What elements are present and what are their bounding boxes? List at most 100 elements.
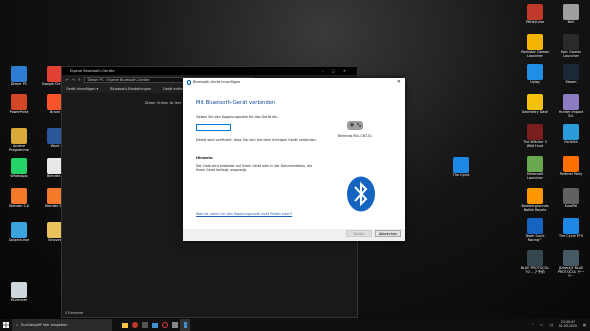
direct-y-blue-protocol-icon xyxy=(563,250,579,266)
desktop-icon-label: Epic Games Launcher xyxy=(560,50,582,58)
blender-2-8-icon xyxy=(11,188,27,204)
desktop-icon-steam[interactable]: Steam xyxy=(556,64,586,85)
desktop-icon-the-witcher-3-wild-hunt[interactable]: The Witcher 3 Wild Hunt xyxy=(520,124,550,148)
desktop-icon-fortnite[interactable]: Fortnite xyxy=(556,124,586,145)
desktop-icon-hunter-impact-ed[interactable]: Hunter Impact Ed. xyxy=(556,94,586,118)
cancel-button[interactable]: Abbrechen xyxy=(375,230,401,237)
portmei-party-icon xyxy=(563,156,579,172)
notifications-icon[interactable]: ▤ xyxy=(583,323,586,327)
empty-folder-text: Dieser Ordner ist leer. xyxy=(144,101,182,105)
game-controller-icon xyxy=(347,121,363,130)
close-icon[interactable]: ✕ xyxy=(397,78,401,87)
bluetooth-taskbar-icon[interactable] xyxy=(180,319,190,331)
taskbar-search[interactable]: ⌕ Suchbegriff hier eingeben xyxy=(12,319,112,331)
desktop-icon-whatsapp[interactable]: WhatsApp xyxy=(4,158,34,179)
tray-chevron-icon[interactable]: ⌃ xyxy=(531,323,534,327)
bombergrounds-battle-royale-icon xyxy=(527,188,543,204)
the-cycle-pts-icon xyxy=(563,218,579,234)
hint-heading: Hinweis: xyxy=(196,156,214,160)
desktop-icon-blue-protocol-to[interactable]: BLUE PROTOCOL TO ...ア予約 xyxy=(520,250,550,274)
desktop-icon-label: Uplay xyxy=(530,80,540,84)
windows-icon xyxy=(3,322,9,328)
window-controls[interactable]: –□✕ xyxy=(322,67,354,75)
media-icon[interactable] xyxy=(130,319,140,331)
desktop-icon-dolphin-exe[interactable]: Dolphin.exe xyxy=(4,222,34,243)
desktop-icon-label: Steam xyxy=(565,80,577,84)
clock-date: 01.05.2020 xyxy=(558,324,577,328)
add-bluetooth-device-dialog[interactable]: Bluetooth-Gerät hinzufügen ✕ Mit Bluetoo… xyxy=(183,78,405,241)
steam-icon xyxy=(563,64,579,80)
desktop-icon-label: The Cycle PTS xyxy=(559,234,583,238)
desktop-icon-m-lleimer[interactable]: Mülleimer xyxy=(4,282,34,303)
bluetooth-icon xyxy=(347,176,375,212)
desktop-icon-label: Bombergrounds Battle Royale xyxy=(521,204,549,212)
desktop-icon-the-cycle-pts[interactable]: The Cycle PTS xyxy=(556,218,586,239)
explorer-titlebar[interactable]: Eigene Bluetooth-Geräte –□✕ xyxy=(62,67,357,75)
mail-icon[interactable] xyxy=(150,319,160,331)
desktop-icon-andere-programme[interactable]: Andere Programme xyxy=(4,128,34,152)
team-sonic-racing-icon xyxy=(527,218,543,234)
desktop-icon-label: Geometry Dash xyxy=(521,110,549,114)
desktop-icon-portmei-party[interactable]: Portmei Party xyxy=(556,156,586,177)
forward-icon[interactable]: → xyxy=(72,78,75,82)
desktop-icon-label: KuroPel xyxy=(564,204,578,208)
desktop-icon-label: Fortnite xyxy=(564,140,578,144)
hint-text: Der Code wird entweder auf Ihrem Gerät o… xyxy=(196,164,313,173)
dieser-pc-icon xyxy=(11,66,27,82)
desktop-icon-label: BLUE PROTOCOL TO ...ア予約 xyxy=(520,266,550,274)
command-bt-settings[interactable]: Bluetooth-Einstellungen xyxy=(110,87,151,91)
app-icon[interactable] xyxy=(140,319,150,331)
fortnite-icon xyxy=(563,124,579,140)
settings-icon[interactable] xyxy=(170,319,180,331)
m-lleimer-icon xyxy=(11,282,27,298)
dialog-heading: Mit Bluetooth-Gerät verbinden xyxy=(196,100,276,106)
desktop-icon-bombergrounds-battle-royale[interactable]: Bombergrounds Battle Royale xyxy=(520,188,550,212)
desktop-icon-label: Minecraft Launcher xyxy=(527,172,543,180)
desktop-icon-powerpoint[interactable]: PowerPoint xyxy=(4,94,34,115)
desktop-icon-pkhex-exe[interactable]: PKHeX.exe xyxy=(520,4,550,25)
pairing-code-help-link[interactable]: Was ist, wenn ich den Kopplungscode nich… xyxy=(196,212,292,216)
network-icon[interactable]: ▭ xyxy=(540,323,543,327)
pairing-code-input[interactable] xyxy=(196,124,231,131)
desktop-icon-label: Dieser PC xyxy=(10,82,28,86)
desktop-icon-geometry-dash[interactable]: Geometry Dash xyxy=(520,94,550,115)
system-tray: ⌃ ▭ ◁) 23:40:47 01.05.2020 ▤ xyxy=(531,319,586,331)
volume-icon[interactable]: ◁) xyxy=(549,323,553,327)
code-instruction: Geben Sie den Kopplungscode für das Gerä… xyxy=(196,115,279,119)
blue-protocol-to-icon xyxy=(527,250,543,266)
opera-icon[interactable] xyxy=(160,319,170,331)
dolphin-exe-icon xyxy=(11,222,27,238)
device-name: Nintendo RVL-CNT-01 xyxy=(337,134,373,138)
desktop-icon-kuropel[interactable]: KuroPel xyxy=(556,188,586,209)
desktop-icon-label: Team Sonic Racing™ xyxy=(525,234,545,242)
desktop-icon-ne0[interactable]: Ne0 xyxy=(556,4,586,25)
start-button[interactable] xyxy=(0,319,12,331)
desktop-icon-blender-2-8[interactable]: Blender 2.8 xyxy=(4,188,34,209)
desktop-icon-minecraft-launcher[interactable]: Minecraft Launcher xyxy=(520,156,550,180)
geometry-dash-icon xyxy=(527,94,543,110)
up-icon[interactable]: ↑ xyxy=(78,78,81,82)
desktop-icon-dieser-pc[interactable]: Dieser PC xyxy=(4,66,34,87)
desktop-icon-label: Hunter Impact Ed. xyxy=(558,110,584,118)
clock[interactable]: 23:40:47 01.05.2020 xyxy=(558,320,577,329)
search-placeholder: Suchbegriff hier eingeben xyxy=(21,323,68,327)
file-explorer-icon[interactable] xyxy=(120,319,130,331)
hunter-impact-ed-icon xyxy=(563,94,579,110)
back-icon[interactable]: ← xyxy=(66,78,69,82)
desktop-icon-direct-y-blue-protocol[interactable]: [Direct]Y BLUE PROTOCOL ゲーム... xyxy=(556,250,586,278)
desktop-icon-uplay[interactable]: Uplay xyxy=(520,64,550,85)
powerpoint-icon xyxy=(11,94,27,110)
next-button[interactable]: Weiter xyxy=(346,230,372,237)
desktop-icon-epic-games-launcher[interactable]: Epic Games Launcher xyxy=(556,34,586,58)
desktop-icon-label: Dolphin.exe xyxy=(8,238,30,242)
pkhex-exe-icon xyxy=(527,4,543,20)
desktop-icon-rockstar-games-launcher[interactable]: Rockstar Games Launcher xyxy=(520,34,550,58)
the-cycle-icon xyxy=(453,157,469,173)
dialog-titlebar[interactable]: Bluetooth-Gerät hinzufügen ✕ xyxy=(183,78,405,87)
desktop-icon-label: [Direct]Y BLUE PROTOCOL ゲーム... xyxy=(557,266,585,278)
kuropel-icon xyxy=(563,188,579,204)
desktop-icon-team-sonic-racing[interactable]: Team Sonic Racing™ xyxy=(520,218,550,242)
desktop-icon-the-cycle[interactable]: The Cycle xyxy=(446,157,476,178)
command-add-device[interactable]: Gerät hinzufügen ▾ xyxy=(66,87,98,91)
minecraft-launcher-icon xyxy=(527,156,543,172)
